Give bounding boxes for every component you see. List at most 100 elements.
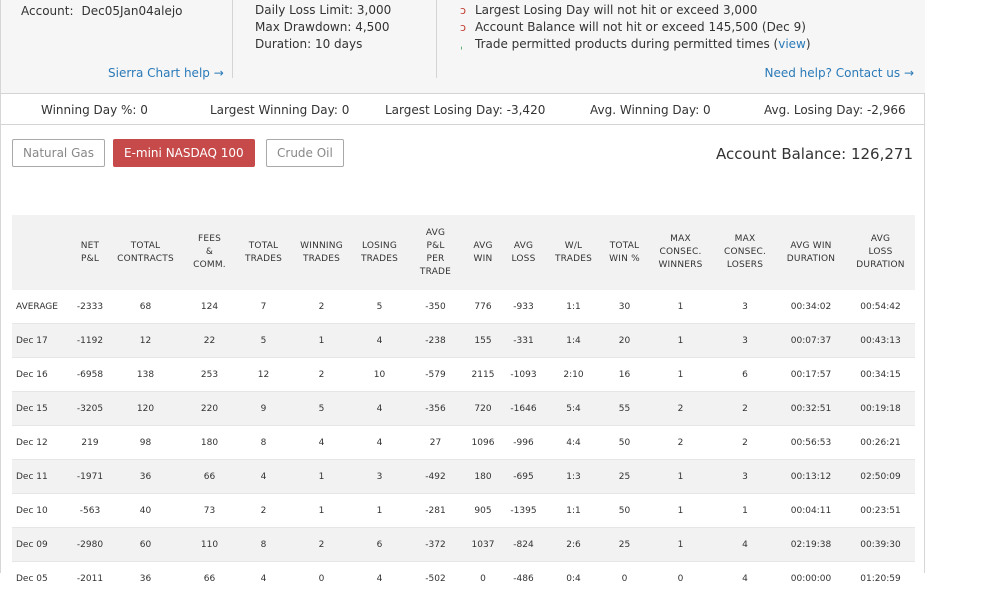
- duration: Duration: 10 days: [255, 36, 391, 53]
- table-cell: 8: [236, 426, 291, 460]
- column-header: TOTALCONTRACTS: [108, 215, 183, 290]
- winning-day-percent: Winning Day %: 0: [41, 103, 148, 117]
- contact-help-link[interactable]: Need help? Contact us →: [764, 66, 914, 80]
- table-cell: 4:4: [545, 426, 602, 460]
- row-label: Dec 12: [12, 426, 72, 460]
- column-header: W/LTRADES: [545, 215, 602, 290]
- column-header: AVGLOSSDURATION: [846, 215, 915, 290]
- table-cell: 0: [602, 562, 647, 595]
- row-label: Dec 05: [12, 562, 72, 595]
- table-cell: 1: [647, 460, 714, 494]
- rule-permitted-products: ˌ Trade permitted products during permit…: [460, 36, 811, 53]
- check-mark-icon: ˌ: [460, 36, 463, 53]
- table-cell: 36: [108, 460, 183, 494]
- table-cell: 220: [183, 392, 236, 426]
- table-cell: 00:56:53: [776, 426, 846, 460]
- avg-losing-day: Avg. Losing Day: -2,966: [764, 103, 906, 117]
- table-cell: -563: [72, 494, 108, 528]
- table-cell: -695: [502, 460, 545, 494]
- column-header: MAXCONSEC.LOSERS: [714, 215, 776, 290]
- table-cell: 4: [236, 460, 291, 494]
- table-cell: -502: [407, 562, 464, 595]
- table-cell: 120: [108, 392, 183, 426]
- table-cell: 00:26:21: [846, 426, 915, 460]
- table-row: Dec 17-11921222514-238155-3311:4201300:0…: [12, 324, 915, 358]
- table-cell: 98: [108, 426, 183, 460]
- rule-text: Account Balance will not hit or exceed 1…: [475, 20, 806, 34]
- table-cell: 50: [602, 494, 647, 528]
- account-balance: Account Balance: 126,271: [716, 145, 913, 163]
- table-cell: 2115: [464, 358, 502, 392]
- table-cell: 6: [352, 528, 407, 562]
- rule-text: Largest Losing Day will not hit or excee…: [475, 3, 757, 17]
- account-name: Dec05Jan04alejo: [82, 4, 183, 18]
- table-cell: -372: [407, 528, 464, 562]
- table-cell: 180: [183, 426, 236, 460]
- rule-text: Trade permitted products during permitte…: [475, 37, 778, 51]
- table-cell: 55: [602, 392, 647, 426]
- table-cell: -331: [502, 324, 545, 358]
- column-header: LOSINGTRADES: [352, 215, 407, 290]
- table-cell: 2: [647, 426, 714, 460]
- table-cell: -2333: [72, 290, 108, 324]
- largest-losing-day: Largest Losing Day: -3,420: [385, 103, 545, 117]
- table-cell: 4: [714, 528, 776, 562]
- table-cell: -1192: [72, 324, 108, 358]
- table-cell: -996: [502, 426, 545, 460]
- table-cell: 1: [647, 494, 714, 528]
- table-cell: 4: [236, 562, 291, 595]
- sierra-chart-help-link[interactable]: Sierra Chart help →: [108, 66, 224, 80]
- table-cell: 1:4: [545, 324, 602, 358]
- table-cell: 10: [352, 358, 407, 392]
- table-cell: 1: [647, 290, 714, 324]
- table-cell: 12: [236, 358, 291, 392]
- table-cell: 2: [647, 392, 714, 426]
- account-info: Account:Dec05Jan04alejo: [21, 4, 183, 18]
- table-cell: 4: [352, 392, 407, 426]
- table-row: Dec 1221998180844271096-9964:4502200:56:…: [12, 426, 915, 460]
- product-tab-crude-oil[interactable]: Crude Oil: [266, 139, 344, 167]
- divider: [232, 0, 233, 78]
- table-cell: 00:13:12: [776, 460, 846, 494]
- table-cell: 73: [183, 494, 236, 528]
- product-tab-natural-gas[interactable]: Natural Gas: [12, 139, 105, 167]
- table-cell: 180: [464, 460, 502, 494]
- table-cell: 2: [291, 358, 352, 392]
- divider: [436, 0, 437, 78]
- row-label: Dec 09: [12, 528, 72, 562]
- column-header: AVGLOSS: [502, 215, 545, 290]
- table-cell: 02:19:38: [776, 528, 846, 562]
- column-header: FEES&COMM.: [183, 215, 236, 290]
- view-link[interactable]: view: [778, 37, 806, 51]
- table-cell: 66: [183, 460, 236, 494]
- table-cell: 5:4: [545, 392, 602, 426]
- table-cell: 1: [647, 528, 714, 562]
- table-header-row: NETP&LTOTALCONTRACTSFEES&COMM.TOTALTRADE…: [12, 215, 915, 290]
- product-tab-emini-nasdaq[interactable]: E-mini NASDAQ 100: [113, 139, 255, 167]
- rules-list: ↄ Largest Losing Day will not hit or exc…: [460, 2, 811, 53]
- largest-winning-day: Largest Winning Day: 0: [210, 103, 349, 117]
- daily-loss-limit: Daily Loss Limit: 3,000: [255, 2, 391, 19]
- column-header: WINNINGTRADES: [291, 215, 352, 290]
- avg-winning-day: Avg. Winning Day: 0: [590, 103, 711, 117]
- evaluation-panel: Account:Dec05Jan04alejo Sierra Chart hel…: [0, 0, 925, 573]
- table-cell: 1: [647, 324, 714, 358]
- table-cell: 3: [714, 290, 776, 324]
- average-row: AVERAGE-233368124725-350776-9331:1301300…: [12, 290, 915, 324]
- limits-list: Daily Loss Limit: 3,000 Max Drawdown: 4,…: [255, 2, 391, 53]
- table-cell: 2: [291, 528, 352, 562]
- table-cell: -486: [502, 562, 545, 595]
- table-cell: 20: [602, 324, 647, 358]
- row-label: Dec 17: [12, 324, 72, 358]
- table-body: AVERAGE-233368124725-350776-9331:1301300…: [12, 290, 915, 595]
- row-label: Dec 11: [12, 460, 72, 494]
- table-cell: 124: [183, 290, 236, 324]
- table-cell: -6958: [72, 358, 108, 392]
- table-cell: -356: [407, 392, 464, 426]
- table-cell: 4: [352, 324, 407, 358]
- table-cell: 68: [108, 290, 183, 324]
- max-drawdown: Max Drawdown: 4,500: [255, 19, 391, 36]
- table-cell: 0: [464, 562, 502, 595]
- table-cell: -492: [407, 460, 464, 494]
- table-cell: 0: [291, 562, 352, 595]
